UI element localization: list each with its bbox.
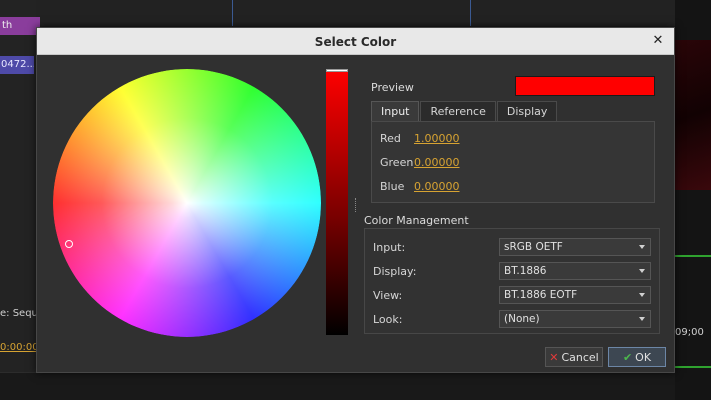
check-icon: ✔	[622, 350, 633, 364]
look-label: Look:	[373, 313, 403, 326]
chevron-down-icon	[639, 269, 645, 273]
channel-row-red: Red 1.00000	[380, 130, 460, 146]
channel-label: Red	[380, 131, 401, 145]
look-select[interactable]: (None)	[499, 310, 651, 328]
value-slider-handle[interactable]	[326, 69, 348, 72]
background-viewer-image	[675, 40, 711, 190]
preview-label: Preview	[371, 81, 414, 94]
select-color-dialog: Select Color ✕ Preview Input Reference D…	[36, 27, 675, 373]
channel-row-green: Green 0.00000	[380, 154, 460, 170]
cancel-label: Cancel	[561, 350, 599, 364]
background-divider	[232, 0, 233, 26]
cancel-button[interactable]: ✕ Cancel	[545, 347, 603, 367]
background-audio-meter	[675, 366, 711, 368]
view-select[interactable]: BT.1886 EOTF	[499, 286, 651, 304]
chevron-down-icon	[639, 245, 645, 249]
background-clip[interactable]: 0472....	[0, 56, 34, 74]
tab-reference[interactable]: Reference	[420, 101, 496, 122]
color-wheel-marker[interactable]	[65, 240, 73, 248]
close-icon[interactable]: ✕	[650, 33, 666, 49]
dialog-titlebar[interactable]: Select Color ✕	[37, 28, 674, 55]
background-audio-meter	[675, 255, 711, 257]
background-toolbar	[0, 0, 711, 26]
preview-swatch	[515, 76, 655, 96]
background-sequence-label: e: Seque	[0, 308, 36, 319]
splitter-handle[interactable]	[355, 198, 357, 212]
ok-button[interactable]: ✔ OK	[608, 347, 666, 367]
color-management-title: Color Management	[364, 214, 469, 227]
ok-label: OK	[635, 350, 652, 364]
background-divider	[470, 0, 471, 26]
chevron-down-icon	[639, 317, 645, 321]
view-label: View:	[373, 289, 403, 302]
channel-label: Blue	[380, 179, 405, 193]
display-select[interactable]: BT.1886	[499, 262, 651, 280]
background-viewer-timecode: 09;00	[675, 327, 704, 338]
display-select-value: BT.1886	[504, 265, 547, 277]
color-management-group: Input: sRGB OETF Display: BT.1886 View: …	[364, 228, 660, 334]
input-select-value: sRGB OETF	[504, 241, 563, 253]
chevron-down-icon	[639, 293, 645, 297]
background-tag[interactable]: th	[0, 17, 40, 35]
channel-label: Green	[380, 155, 414, 169]
channel-tabs: Input Reference Display	[371, 101, 558, 122]
dialog-title: Select Color	[314, 35, 397, 49]
tab-panel-input: Red 1.00000 Green 0.00000 Blue 0.00000	[371, 121, 655, 203]
color-wheel-saturation	[53, 69, 321, 337]
value-slider[interactable]	[326, 69, 348, 335]
view-select-value: BT.1886 EOTF	[504, 289, 578, 301]
channel-row-blue: Blue 0.00000	[380, 178, 460, 194]
color-wheel[interactable]	[53, 69, 321, 337]
display-label: Display:	[373, 265, 417, 278]
background-timecode[interactable]: 0:00:00;0	[0, 342, 36, 353]
background-timeline	[0, 372, 711, 400]
red-value-field[interactable]: 1.00000	[414, 132, 460, 145]
blue-value-field[interactable]: 0.00000	[414, 180, 460, 193]
cancel-icon: ✕	[549, 350, 559, 364]
tab-display[interactable]: Display	[496, 101, 558, 122]
green-value-field[interactable]: 0.00000	[414, 156, 460, 169]
input-label: Input:	[373, 241, 406, 254]
tab-input[interactable]: Input	[371, 101, 420, 122]
input-select[interactable]: sRGB OETF	[499, 238, 651, 256]
look-select-value: (None)	[504, 313, 540, 325]
